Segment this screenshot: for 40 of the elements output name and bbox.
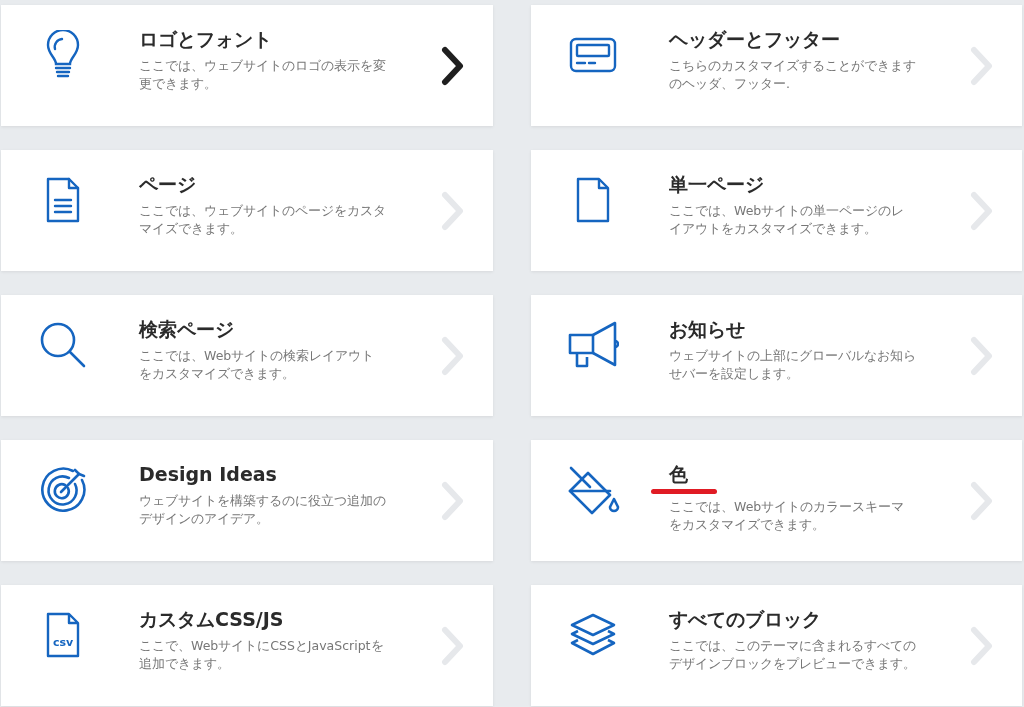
- card-description: ここで、WebサイトにCSSとJavaScriptを追加できます。: [139, 637, 385, 673]
- document-icon: [45, 176, 81, 224]
- card-description: こちらのカスタマイズすることができますのヘッダ、フッター.: [669, 57, 917, 93]
- card-title: 色: [669, 462, 688, 487]
- card-title: すべてのブロック: [669, 607, 821, 632]
- layers-icon: [568, 612, 618, 658]
- card-title: 検索ページ: [139, 317, 234, 342]
- card-description: ウェブサイトの上部にグローバルなお知らせバーを設定します。: [669, 347, 917, 383]
- lightbulb-icon: [45, 30, 81, 80]
- display-icon: [569, 37, 617, 73]
- search-icon: [39, 321, 87, 369]
- card-title: ヘッダーとフッター: [669, 27, 840, 52]
- settings-card[interactable]: 単一ページ ここでは、Webサイトの単一ページのレイアウトをカスタマイズできます。: [531, 150, 1022, 271]
- settings-card[interactable]: 色 ここでは、Webサイトのカラースキーマをカスタマイズできます。: [531, 440, 1022, 561]
- card-title: 単一ページ: [669, 172, 764, 197]
- settings-card[interactable]: ページ ここでは、ウェブサイトのページをカスタマイズできます。: [1, 150, 493, 271]
- settings-card[interactable]: ヘッダーとフッター こちらのカスタマイズすることができますのヘッダ、フッター.: [531, 5, 1022, 126]
- card-title: ページ: [139, 172, 196, 197]
- target-icon: [39, 466, 87, 514]
- card-description: ここでは、Webサイトのカラースキーマをカスタマイズできます。: [669, 498, 906, 534]
- settings-card[interactable]: 検索ページ ここでは、Webサイトの検索レイアウトをカスタマイズできます。: [1, 295, 493, 416]
- card-title: カスタムCSS/JS: [139, 607, 284, 632]
- card-description: ここでは、このテーマに含まれるすべてのデザインブロックをプレビューできます。: [669, 637, 917, 673]
- card-description: ここでは、Webサイトの単一ページのレイアウトをカスタマイズできます。: [669, 202, 906, 238]
- card-title: お知らせ: [669, 317, 745, 342]
- card-description: ここでは、Webサイトの検索レイアウトをカスタマイズできます。: [139, 347, 376, 383]
- paint-bucket-icon: [566, 465, 620, 515]
- card-description: ここでは、ウェブサイトのページをカスタマイズできます。: [139, 202, 387, 238]
- settings-card[interactable]: すべてのブロック ここでは、このテーマに含まれるすべてのデザインブロックをプレビューできます。: [531, 585, 1022, 706]
- settings-card[interactable]: ロゴとフォント ここでは、ウェブサイトのロゴの表示を変更できます。: [1, 5, 493, 126]
- settings-card[interactable]: お知らせ ウェブサイトの上部にグローバルなお知らせバーを設定します。: [531, 295, 1022, 416]
- blank-page-icon: [575, 176, 611, 224]
- megaphone-icon: [567, 321, 619, 369]
- settings-card[interactable]: csv カスタムCSS/JS ここで、WebサイトにCSSとJavaScriptを追加できます。: [1, 585, 493, 706]
- card-description: ウェブサイトを構築するのに役立つ追加のデザインのアイデア。: [139, 492, 387, 528]
- card-title: Design Ideas: [139, 462, 277, 487]
- settings-card[interactable]: Design Ideas ウェブサイトを構築するのに役立つ追加のデザインのアイデア。: [1, 440, 493, 561]
- card-title: ロゴとフォント: [139, 27, 272, 52]
- chevron-right-icon[interactable]: [441, 45, 465, 86]
- card-description: ここでは、ウェブサイトのロゴの表示を変更できます。: [139, 57, 387, 93]
